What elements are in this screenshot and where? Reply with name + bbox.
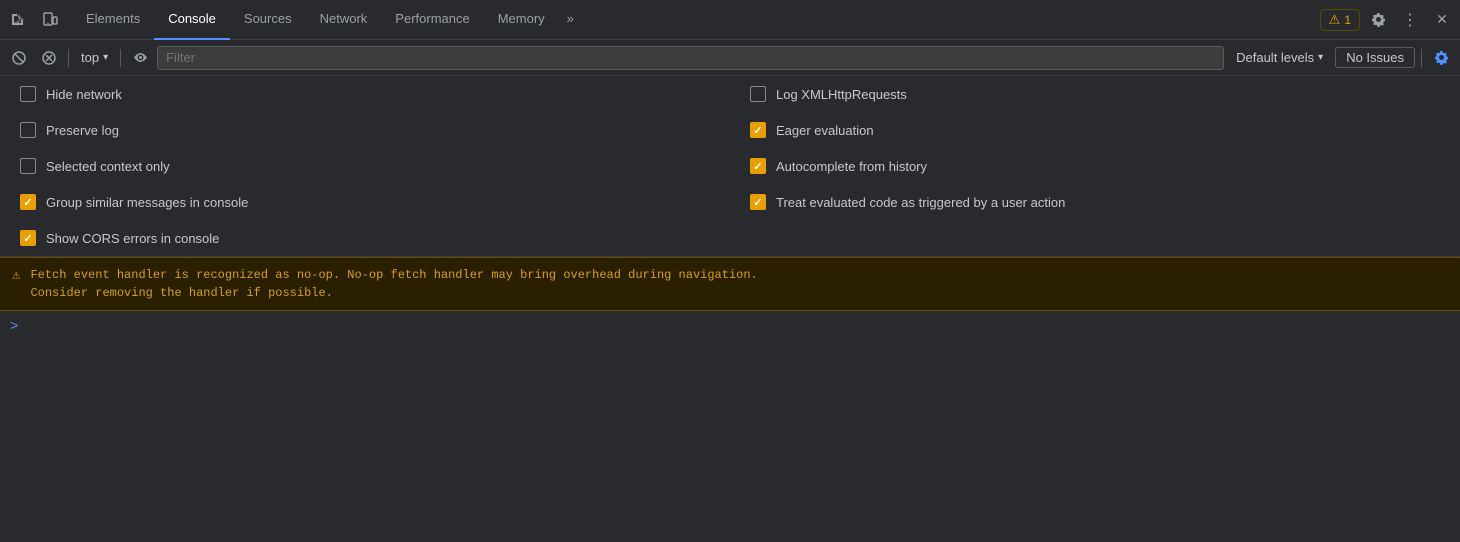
stop-button[interactable] (36, 45, 62, 71)
tab-console[interactable]: Console (154, 0, 230, 40)
settings-button[interactable] (1364, 6, 1392, 34)
warning-text: Fetch event handler is recognized as no-… (30, 266, 757, 302)
hide-network-label: Hide network (46, 87, 122, 102)
more-options-button[interactable]: ⋮ (1396, 6, 1424, 34)
warning-count: 1 (1344, 13, 1351, 27)
tab-network[interactable]: Network (306, 0, 382, 40)
tab-bar-icons (4, 6, 64, 34)
tab-memory[interactable]: Memory (484, 0, 559, 40)
checkbox-selected-context[interactable]: Selected context only (0, 148, 730, 184)
treat-evaluated-label: Treat evaluated code as triggered by a u… (776, 195, 1065, 210)
tab-elements[interactable]: Elements (72, 0, 154, 40)
checkbox-treat-evaluated[interactable]: Treat evaluated code as triggered by a u… (730, 184, 1460, 220)
checkboxes-area: Hide network Preserve log Selected conte… (0, 76, 1460, 257)
warning-badge[interactable]: ⚠ 1 (1320, 9, 1360, 31)
warning-triangle-icon: ⚠ (12, 267, 20, 284)
tab-performance[interactable]: Performance (381, 0, 483, 40)
inspect-element-button[interactable] (4, 6, 32, 34)
checkbox-eager-eval[interactable]: Eager evaluation (730, 112, 1460, 148)
no-issues-label: No Issues (1346, 50, 1404, 65)
eye-button[interactable] (127, 45, 153, 71)
filter-input[interactable] (157, 46, 1224, 70)
tab-sources[interactable]: Sources (230, 0, 306, 40)
group-similar-label: Group similar messages in console (46, 195, 248, 210)
log-xmlhttp-label: Log XMLHttpRequests (776, 87, 907, 102)
levels-dropdown[interactable]: Default levels ▾ (1228, 48, 1331, 67)
tab-bar: Elements Console Sources Network Perform… (0, 0, 1460, 40)
checkbox-preserve-log[interactable]: Preserve log (0, 112, 730, 148)
levels-label: Default levels (1236, 50, 1314, 65)
warning-message: ⚠ Fetch event handler is recognized as n… (0, 257, 1460, 311)
levels-chevron-icon: ▾ (1318, 52, 1323, 63)
treat-evaluated-checkbox[interactable] (750, 194, 766, 210)
checkbox-autocomplete-history[interactable]: Autocomplete from history (730, 148, 1460, 184)
eager-eval-checkbox[interactable] (750, 122, 766, 138)
tab-more[interactable]: » (559, 0, 582, 40)
checkbox-group-similar[interactable]: Group similar messages in console (0, 184, 730, 220)
no-issues-button[interactable]: No Issues (1335, 47, 1415, 68)
device-toolbar-button[interactable] (36, 6, 64, 34)
toolbar-divider-1 (68, 49, 69, 67)
context-label: top (81, 50, 99, 65)
checkbox-grid: Hide network Preserve log Selected conte… (0, 76, 1460, 256)
selected-context-label: Selected context only (46, 159, 170, 174)
console-input-area: > (0, 311, 1460, 339)
console-toolbar: top ▾ Default levels ▾ No Issues (0, 40, 1460, 76)
clear-console-button[interactable] (6, 45, 32, 71)
toolbar-divider-3 (1421, 49, 1422, 67)
show-cors-checkbox[interactable] (20, 230, 36, 246)
autocomplete-history-checkbox[interactable] (750, 158, 766, 174)
show-cors-label: Show CORS errors in console (46, 231, 219, 246)
preserve-log-label: Preserve log (46, 123, 119, 138)
checkbox-log-xmlhttp[interactable]: Log XMLHttpRequests (730, 76, 1460, 112)
context-dropdown-icon: ▾ (103, 52, 108, 63)
context-selector[interactable]: top ▾ (75, 48, 114, 67)
checkbox-show-cors[interactable]: Show CORS errors in console (0, 220, 730, 256)
console-settings-button[interactable] (1428, 45, 1454, 71)
warning-icon: ⚠ (1329, 12, 1341, 28)
checkbox-hide-network[interactable]: Hide network (0, 76, 730, 112)
autocomplete-history-label: Autocomplete from history (776, 159, 927, 174)
group-similar-checkbox[interactable] (20, 194, 36, 210)
hide-network-checkbox[interactable] (20, 86, 36, 102)
selected-context-checkbox[interactable] (20, 158, 36, 174)
console-prompt-icon: > (10, 317, 18, 333)
eager-eval-label: Eager evaluation (776, 123, 874, 138)
tab-bar-right: ⚠ 1 ⋮ ✕ (1320, 6, 1456, 34)
toolbar-divider-2 (120, 49, 121, 67)
log-xmlhttp-checkbox[interactable] (750, 86, 766, 102)
preserve-log-checkbox[interactable] (20, 122, 36, 138)
close-devtools-button[interactable]: ✕ (1428, 6, 1456, 34)
